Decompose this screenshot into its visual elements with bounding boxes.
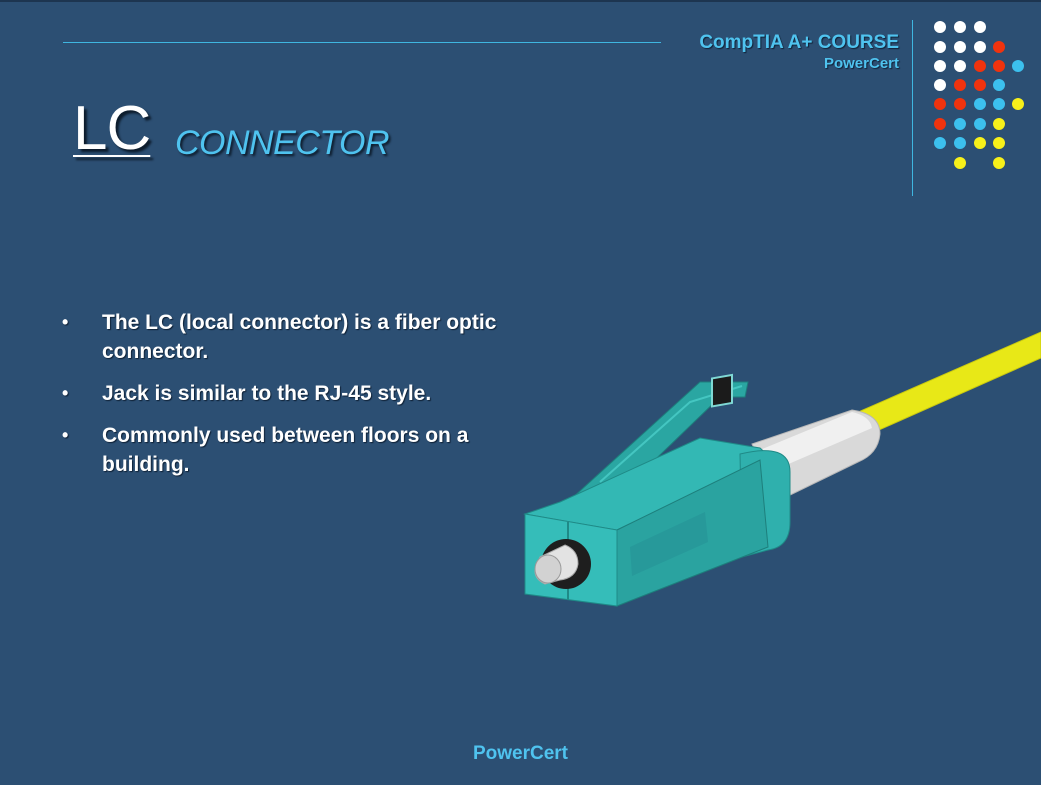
dot bbox=[974, 118, 986, 130]
dot bbox=[993, 41, 1005, 53]
lc-connector-illustration bbox=[523, 331, 1041, 607]
dot bbox=[934, 137, 946, 149]
bullet-list: • The LC (local connector) is a fiber op… bbox=[62, 308, 502, 492]
bullet-icon: • bbox=[62, 312, 69, 332]
header-rule bbox=[63, 42, 661, 43]
dot bbox=[934, 21, 946, 33]
dot bbox=[934, 60, 946, 72]
footer-brand: PowerCert bbox=[472, 743, 569, 764]
dot bbox=[954, 98, 966, 110]
bullet-item: • Commonly used between floors on a buil… bbox=[62, 421, 502, 479]
dot bbox=[954, 137, 966, 149]
bullet-icon: • bbox=[62, 425, 69, 445]
dot bbox=[993, 79, 1005, 91]
dot bbox=[1012, 98, 1024, 110]
dot bbox=[954, 60, 966, 72]
dot bbox=[993, 118, 1005, 130]
bullet-item: • The LC (local connector) is a fiber op… bbox=[62, 308, 502, 366]
slide-subtitle: CONNECTOR bbox=[175, 124, 390, 162]
dot bbox=[934, 98, 946, 110]
header-vertical-rule bbox=[912, 20, 913, 196]
slide: CompTIA A+ COURSE PowerCert LC CONNECTOR… bbox=[0, 0, 1041, 785]
brand-label: PowerCert bbox=[823, 55, 899, 72]
dot bbox=[993, 157, 1005, 169]
dot bbox=[974, 21, 986, 33]
dot bbox=[993, 60, 1005, 72]
decorative-dot-grid bbox=[934, 21, 1024, 169]
dot bbox=[934, 41, 946, 53]
bullet-text: Jack is similar to the RJ-45 style. bbox=[102, 382, 432, 405]
dot bbox=[954, 157, 966, 169]
dot bbox=[974, 98, 986, 110]
bullet-item: • Jack is similar to the RJ-45 style. bbox=[62, 379, 502, 408]
bullet-text: The LC (local connector) is a fiber opti… bbox=[102, 311, 497, 363]
connector-window bbox=[711, 373, 733, 408]
slide-title: LC bbox=[73, 94, 151, 163]
dot bbox=[954, 41, 966, 53]
dot bbox=[954, 21, 966, 33]
dot bbox=[934, 118, 946, 130]
dot bbox=[974, 60, 986, 72]
dot bbox=[934, 79, 946, 91]
dot bbox=[954, 79, 966, 91]
course-title: CompTIA A+ COURSE bbox=[699, 32, 899, 53]
dot bbox=[993, 137, 1005, 149]
dot bbox=[1012, 60, 1024, 72]
dot bbox=[974, 79, 986, 91]
dot bbox=[974, 137, 986, 149]
dot bbox=[993, 98, 1005, 110]
dot bbox=[974, 41, 986, 53]
bullet-text: Commonly used between floors on a buildi… bbox=[102, 424, 469, 476]
bullet-icon: • bbox=[62, 383, 69, 403]
dot bbox=[954, 118, 966, 130]
